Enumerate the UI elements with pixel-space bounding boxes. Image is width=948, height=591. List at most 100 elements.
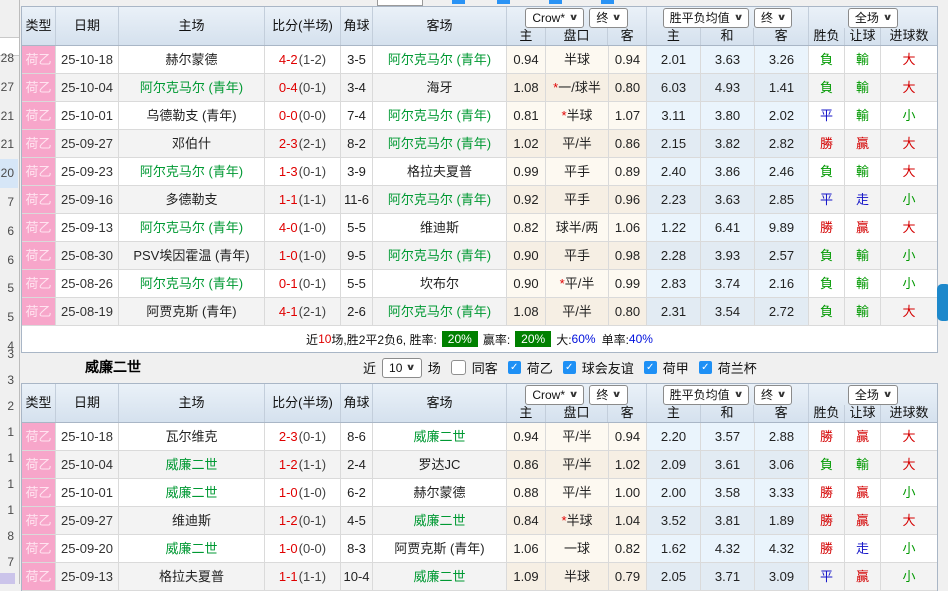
scope-select[interactable]: 全场∨ xyxy=(848,8,898,28)
scope-select[interactable]: 全场∨ xyxy=(848,385,898,405)
crow-away-odds-cell: 0.82 xyxy=(609,535,647,563)
score-cell: 0-0(0-0) xyxy=(265,102,341,130)
home-team-cell: 威廉二世 xyxy=(119,479,265,507)
result-outcome-cell: 勝 xyxy=(809,423,845,451)
average-stage-select[interactable]: 终∨ xyxy=(754,385,792,405)
cutoff-checkbox xyxy=(452,0,465,4)
result-handicap-cell: 走 xyxy=(845,535,881,563)
average-odds-select[interactable]: 胜平负均值∨ xyxy=(663,385,749,405)
date-cell: 25-09-13 xyxy=(56,563,119,591)
avg-home-cell: 2.00 xyxy=(647,479,701,507)
chevron-down-icon: ∨ xyxy=(733,12,743,23)
bookmaker-select[interactable]: Crow*∨ xyxy=(525,385,584,405)
home-team-cell: 维迪斯 xyxy=(119,507,265,535)
bookmaker-select[interactable]: Crow*∨ xyxy=(525,8,584,28)
avg-away-cell: 4.32 xyxy=(755,535,809,563)
crow-home-odds-cell: 1.06 xyxy=(507,535,546,563)
score-cell: 1-0(1-0) xyxy=(265,242,341,270)
odds-stage-select[interactable]: 终∨ xyxy=(589,8,627,28)
result-outcome-cell: 平 xyxy=(809,186,845,214)
league-checkbox-eredivisie[interactable]: ✓ xyxy=(644,361,657,374)
avg-away-cell: 2.82 xyxy=(755,130,809,158)
result-goals-cell: 大 xyxy=(881,74,937,102)
summary-text: 单率: xyxy=(602,331,629,348)
crow-away-odds-cell: 0.94 xyxy=(609,46,647,74)
score-cell: 1-1(1-1) xyxy=(265,186,341,214)
date-cell: 25-09-27 xyxy=(56,507,119,535)
subcol-handicap: 盘口 xyxy=(546,28,609,45)
result-goals-cell: 大 xyxy=(881,507,937,535)
type-cell: 荷乙 xyxy=(22,451,56,479)
away-team-cell: 阿尔克马尔 (青年) xyxy=(373,46,507,74)
league-checkbox-cup[interactable]: ✓ xyxy=(699,361,712,374)
same-away-checkbox[interactable] xyxy=(451,360,466,375)
handicap-cell: 平/半 xyxy=(546,423,609,451)
corners-cell: 8-2 xyxy=(341,130,373,158)
league-type-badge: 荷乙 xyxy=(22,46,55,73)
win-rate-badge: 20% xyxy=(442,331,478,347)
subcol-handicap: 盘口 xyxy=(546,405,609,422)
result-goals-cell: 小 xyxy=(881,563,937,591)
subcol-home-odds: 主 xyxy=(507,405,546,422)
result-outcome-cell: 負 xyxy=(809,158,845,186)
match-count-select[interactable]: 10∨ xyxy=(382,358,422,378)
subcol-avg-home: 主 xyxy=(647,28,701,45)
crow-away-odds-cell: 0.80 xyxy=(609,74,647,102)
match-row: 荷乙25-08-26阿尔克马尔 (青年)0-1(0-1)5-5坎布尔0.90*平… xyxy=(22,270,937,298)
side-number: 5 xyxy=(0,303,18,332)
match-row: 荷乙25-10-04阿尔克马尔 (青年)0-4(0-1)3-4海牙1.08*一/… xyxy=(22,74,937,102)
side-number: 28 xyxy=(0,44,18,73)
league-checkbox-eerste[interactable]: ✓ xyxy=(508,361,521,374)
type-cell: 荷乙 xyxy=(22,563,56,591)
home-team-cell: 威廉二世 xyxy=(119,535,265,563)
average-odds-select[interactable]: 胜平负均值∨ xyxy=(663,8,749,28)
result-outcome-cell: 負 xyxy=(809,298,845,326)
away-team-cell: 阿尔克马尔 (青年) xyxy=(373,298,507,326)
left-cutoff-panel: 2827212120766554 332111187 xyxy=(0,0,20,584)
crow-home-odds-cell: 1.02 xyxy=(507,130,546,158)
home-team-cell: 邓伯什 xyxy=(119,130,265,158)
col-header-away: 客场 xyxy=(373,384,507,422)
avg-away-cell: 3.33 xyxy=(755,479,809,507)
odds-stage-select[interactable]: 终∨ xyxy=(589,385,627,405)
cutoff-checkbox xyxy=(497,0,510,4)
type-cell: 荷乙 xyxy=(22,186,56,214)
league-type-badge: 荷乙 xyxy=(22,535,55,562)
home-team-cell: 瓦尔维克 xyxy=(119,423,265,451)
date-cell: 25-09-23 xyxy=(56,158,119,186)
result-outcome-cell: 勝 xyxy=(809,507,845,535)
table-body: 荷乙25-10-18瓦尔维克2-3(0-1)8-6威廉二世0.94平/半0.94… xyxy=(21,423,938,591)
avg-draw-cell: 4.93 xyxy=(701,74,755,102)
side-number: 6 xyxy=(0,246,18,275)
date-cell: 25-10-01 xyxy=(56,102,119,130)
avg-draw-cell: 3.80 xyxy=(701,102,755,130)
home-team-cell: 阿贾克斯 (青年) xyxy=(119,298,265,326)
avg-home-cell: 2.09 xyxy=(647,451,701,479)
type-cell: 荷乙 xyxy=(22,102,56,130)
avg-away-cell: 3.09 xyxy=(755,563,809,591)
away-team-cell: 阿尔克马尔 (青年) xyxy=(373,242,507,270)
side-number: 21 xyxy=(0,102,18,131)
over-rate-value: 60% xyxy=(572,332,596,346)
league-checkbox-friendly[interactable]: ✓ xyxy=(563,361,576,374)
avg-away-cell: 3.06 xyxy=(755,451,809,479)
handicap-cell: 一球 xyxy=(546,535,609,563)
home-team-cell: 赫尔蒙德 xyxy=(119,46,265,74)
col-header-type: 类型 xyxy=(22,384,56,422)
match-row: 荷乙25-10-18赫尔蒙德4-2(1-2)3-5阿尔克马尔 (青年)0.94半… xyxy=(22,46,937,74)
side-number: 20 xyxy=(0,159,18,188)
avg-home-cell: 2.83 xyxy=(647,270,701,298)
result-goals-cell: 小 xyxy=(881,242,937,270)
chevron-down-icon: ∨ xyxy=(777,12,787,23)
table-header: 类型 日期 主场 比分(半场) 角球 客场 Crow*∨ 终∨ 主 盘口 客 胜… xyxy=(21,6,938,46)
corners-cell: 11-6 xyxy=(341,186,373,214)
date-cell: 25-10-01 xyxy=(56,479,119,507)
side-number: 3 xyxy=(0,367,18,393)
score-cell: 1-0(0-0) xyxy=(265,535,341,563)
average-stage-select[interactable]: 终∨ xyxy=(754,8,792,28)
scrollbar-thumb[interactable] xyxy=(937,284,948,321)
single-rate-value: 40% xyxy=(629,332,653,346)
avg-draw-cell: 3.54 xyxy=(701,298,755,326)
side-number: 1 xyxy=(0,445,18,471)
col-header-home: 主场 xyxy=(119,7,265,45)
